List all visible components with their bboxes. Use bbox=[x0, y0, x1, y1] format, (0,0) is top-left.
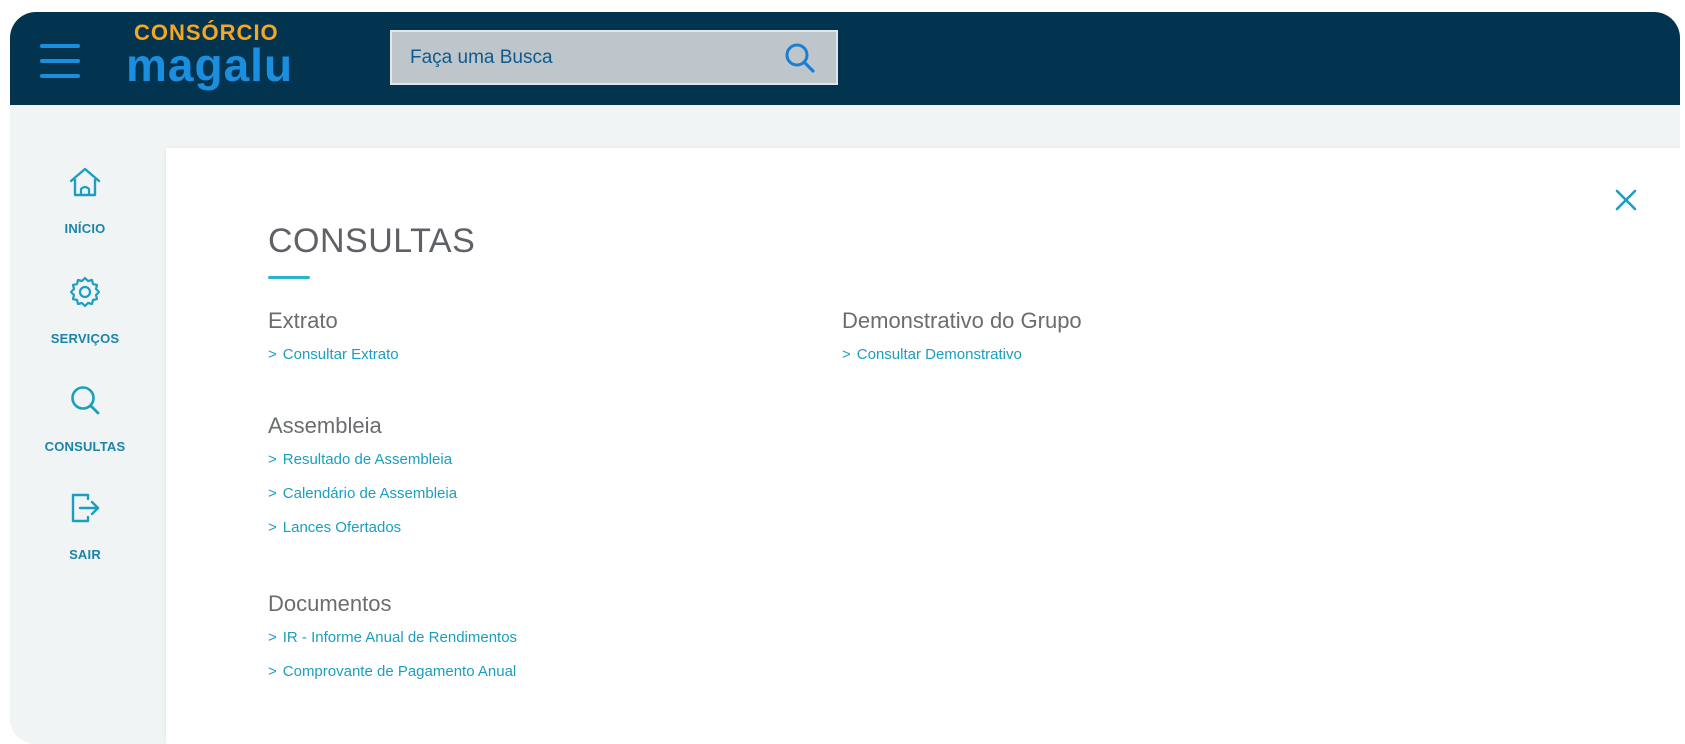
app-frame: CONSÓRCIO magalu INÍCIO SERV bbox=[10, 12, 1680, 744]
chevron-right-icon: > bbox=[842, 346, 851, 363]
link-label: Resultado de Assembleia bbox=[282, 451, 453, 468]
section-heading: Assembleia bbox=[268, 413, 382, 438]
link-label: Lances Ofertados bbox=[282, 519, 402, 536]
link-label: Consultar Demonstrativo bbox=[856, 346, 1022, 363]
link-consultar-demonstrativo[interactable]: > Consultar Demonstrativo bbox=[842, 346, 1082, 363]
section-demonstrativo: Demonstrativo do Grupo > Consultar Demons… bbox=[842, 308, 1082, 380]
section-heading: Extrato bbox=[268, 308, 338, 333]
home-icon bbox=[69, 167, 101, 197]
section-documentos: Documentos > IR - Informe Anual de Rendim… bbox=[268, 591, 517, 697]
sidebar-item-label: INÍCIO bbox=[64, 221, 106, 236]
link-resultado-assembleia[interactable]: > Resultado de Assembleia bbox=[268, 451, 457, 468]
search-box bbox=[390, 30, 838, 85]
chevron-right-icon: > bbox=[268, 485, 277, 502]
gear-icon bbox=[69, 276, 101, 308]
chevron-right-icon: > bbox=[268, 519, 277, 536]
sidebar: INÍCIO SERVIÇOS CONSULTAS SAIR bbox=[10, 105, 162, 744]
menu-bar-line bbox=[40, 59, 80, 63]
menu-bar-line bbox=[40, 44, 80, 48]
link-comprovante-pagamento[interactable]: > Comprovante de Pagamento Anual bbox=[268, 663, 517, 680]
section-heading: Documentos bbox=[268, 591, 392, 616]
link-label: IR - Informe Anual de Rendimentos bbox=[282, 629, 518, 646]
chevron-right-icon: > bbox=[268, 346, 277, 363]
link-label: Comprovante de Pagamento Anual bbox=[282, 663, 517, 680]
logout-icon bbox=[71, 493, 100, 523]
link-label: Consultar Extrato bbox=[282, 346, 399, 363]
logo-main-text: magalu bbox=[126, 39, 294, 91]
consultas-panel: CONSULTAS Extrato > Consultar Extrato Ass… bbox=[166, 148, 1680, 744]
sidebar-item-inicio[interactable]: INÍCIO bbox=[10, 165, 160, 261]
page-title: CONSULTAS bbox=[268, 222, 476, 260]
search-icon[interactable] bbox=[784, 42, 816, 74]
sidebar-item-consultas[interactable]: CONSULTAS bbox=[10, 383, 160, 479]
sidebar-item-label: SAIR bbox=[69, 547, 101, 562]
chevron-right-icon: > bbox=[268, 663, 277, 680]
menu-bar-line bbox=[40, 74, 80, 78]
sidebar-item-servicos[interactable]: SERVIÇOS bbox=[10, 275, 160, 371]
section-assembleia: Assembleia > Resultado de Assembleia > Cal… bbox=[268, 413, 457, 553]
section-heading: Demonstrativo do Grupo bbox=[842, 308, 1082, 333]
link-calendario-assembleia[interactable]: > Calendário de Assembleia bbox=[268, 485, 457, 502]
hamburger-menu-icon[interactable] bbox=[40, 44, 80, 78]
link-informe-rendimentos[interactable]: > IR - Informe Anual de Rendimentos bbox=[268, 629, 517, 646]
link-consultar-extrato[interactable]: > Consultar Extrato bbox=[268, 346, 399, 363]
close-icon[interactable] bbox=[1611, 185, 1641, 215]
search-input[interactable] bbox=[410, 32, 770, 83]
link-label: Calendário de Assembleia bbox=[282, 485, 458, 502]
chevron-right-icon: > bbox=[268, 451, 277, 468]
link-lances-ofertados[interactable]: > Lances Ofertados bbox=[268, 519, 457, 536]
sidebar-item-sair[interactable]: SAIR bbox=[10, 491, 160, 587]
title-underline bbox=[268, 276, 310, 279]
top-bar: CONSÓRCIO magalu bbox=[10, 12, 1680, 105]
sidebar-item-label: CONSULTAS bbox=[44, 439, 126, 454]
brand-logo[interactable]: CONSÓRCIO magalu bbox=[126, 18, 326, 98]
section-extrato: Extrato > Consultar Extrato bbox=[268, 308, 399, 380]
search-icon bbox=[71, 386, 100, 415]
chevron-right-icon: > bbox=[268, 629, 277, 646]
sidebar-item-label: SERVIÇOS bbox=[50, 331, 120, 346]
